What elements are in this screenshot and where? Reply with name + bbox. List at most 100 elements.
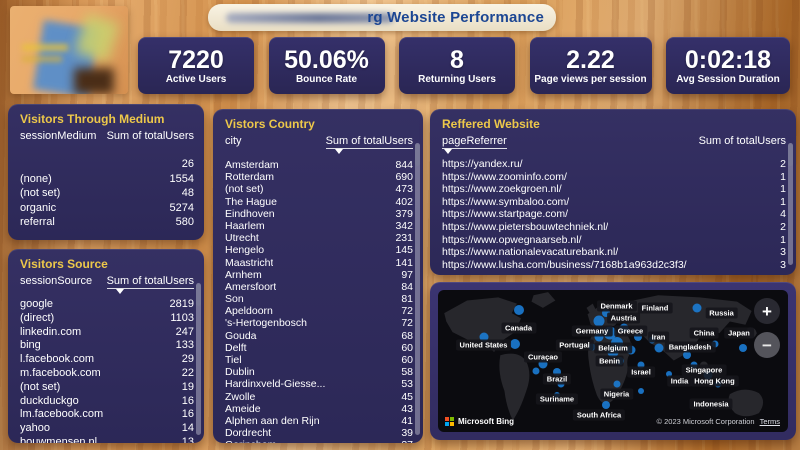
table-row[interactable]: (none)1554 [20, 172, 194, 187]
table-header: city Sum of totalUsers [225, 135, 413, 156]
row-label: Hengelo [225, 244, 264, 256]
scrollbar[interactable] [788, 143, 793, 265]
table-row[interactable]: Maastricht141 [225, 257, 413, 269]
map-bubble[interactable] [533, 367, 540, 374]
visitors-country-card[interactable]: Vistors Country city Sum of totalUsers A… [213, 109, 423, 443]
table-row[interactable]: Amsterdam844 [225, 159, 413, 171]
table-row[interactable]: Utrecht231 [225, 232, 413, 244]
table-row[interactable]: referral580 [20, 215, 194, 230]
table-row[interactable]: https://www.nationalevacaturebank.nl/3 [442, 246, 786, 259]
bing-map[interactable]: CanadaUnited StatesCuraçaoBrazilSuriname… [438, 290, 788, 432]
table-row[interactable]: https://www.startpage.com/4 [442, 208, 786, 221]
table-row[interactable]: (direct)1103 [20, 312, 194, 326]
table-row[interactable]: https://www.opwegnaarseb.nl/1 [442, 234, 786, 247]
table-row[interactable]: (not set)48 [20, 186, 194, 201]
table-row[interactable]: Delft60 [225, 342, 413, 354]
scrollbar[interactable] [415, 143, 420, 435]
table-row[interactable]: (not set)473 [225, 183, 413, 195]
table-row[interactable]: Ameide43 [225, 403, 413, 415]
table-row[interactable]: Dublin58 [225, 366, 413, 378]
row-label: (not set) [225, 183, 264, 195]
table-row[interactable]: Hardinxveld-Giesse...53 [225, 378, 413, 390]
table-row[interactable]: Amersfoort84 [225, 281, 413, 293]
row-label: Arnhem [225, 269, 262, 281]
visitors-map-card[interactable]: CanadaUnited StatesCuraçaoBrazilSuriname… [430, 282, 796, 440]
table-row[interactable]: linkedin.com247 [20, 326, 194, 340]
kpi-card[interactable]: 0:02:18Avg Session Duration [666, 37, 790, 94]
table-row[interactable]: Son81 [225, 293, 413, 305]
terms-link[interactable]: Terms [760, 417, 780, 426]
sort-descending-icon[interactable] [444, 149, 452, 154]
table-row[interactable]: m.facebook.com22 [20, 367, 194, 381]
table-row[interactable]: https://www.lusha.com/business/7168b1a96… [442, 259, 786, 272]
card-title: Reffered Website [442, 117, 786, 131]
column-header[interactable]: Sum of totalUsers [107, 130, 194, 142]
kpi-card[interactable]: 2.22Page views per session [530, 37, 652, 94]
map-bubble[interactable] [683, 351, 691, 359]
map-bubble[interactable] [693, 304, 702, 313]
visitors-through-medium-card[interactable]: Visitors Through Medium sessionMedium Su… [8, 104, 204, 240]
map-bubble[interactable] [654, 344, 663, 353]
map-bubble[interactable] [602, 401, 610, 409]
table-row[interactable]: Gouda68 [225, 330, 413, 342]
referred-website-card[interactable]: Reffered Website pageReferrer Sum of tot… [430, 109, 796, 275]
kpi-card[interactable]: 50.06%Bounce Rate [269, 37, 385, 94]
table-row[interactable]: Haarlem342 [225, 220, 413, 232]
table-row[interactable]: duckduckgo16 [20, 395, 194, 409]
column-header-sorted[interactable]: Sum of totalUsers [326, 135, 413, 149]
table-row[interactable]: Tiel60 [225, 354, 413, 366]
row-value: 72 [395, 305, 413, 317]
map-zoom-in-button[interactable]: + [754, 298, 780, 324]
table-row[interactable]: bing133 [20, 339, 194, 353]
table-row[interactable]: Arnhem97 [225, 269, 413, 281]
scrollbar[interactable] [196, 283, 201, 435]
table-row[interactable]: lm.facebook.com16 [20, 408, 194, 422]
table-row[interactable]: Eindhoven379 [225, 208, 413, 220]
table-row[interactable]: https://www.zoominfo.com/1 [442, 171, 786, 184]
table-row[interactable]: l.facebook.com29 [20, 353, 194, 367]
table-row[interactable]: google2819 [20, 298, 194, 312]
column-header[interactable]: city [225, 135, 242, 149]
table-row[interactable]: https://yandex.ru/2 [442, 158, 786, 171]
table-row[interactable]: https://www.symbaloo.com/1 [442, 196, 786, 209]
table-row[interactable]: Gorinchem37 [225, 439, 413, 443]
title-banner: rg Website Performance [208, 4, 556, 31]
table-row[interactable]: organic5274 [20, 201, 194, 216]
table-row[interactable]: (not set)19 [20, 381, 194, 395]
table-header: sessionMedium Sum of totalUsers [20, 130, 194, 149]
table-row[interactable]: Rotterdam690 [225, 171, 413, 183]
table-row[interactable]: Hengelo145 [225, 244, 413, 256]
scrollbar-thumb[interactable] [196, 284, 201, 306]
map-bubble[interactable] [510, 339, 520, 349]
table-row[interactable]: yahoo14 [20, 422, 194, 436]
column-header[interactable]: Sum of totalUsers [699, 135, 786, 149]
map-country-label: Finland [638, 303, 673, 314]
column-header-sorted[interactable]: Sum of totalUsers [107, 275, 194, 289]
visitors-source-card[interactable]: Visitors Source sessionSource Sum of tot… [8, 249, 204, 443]
table-row[interactable]: https://www.pietersbouwtechniek.nl/2 [442, 221, 786, 234]
table-row[interactable]: Dordrecht39 [225, 427, 413, 439]
column-header[interactable]: sessionSource [20, 275, 92, 289]
map-zoom-out-button[interactable]: − [754, 332, 780, 358]
table-row[interactable]: 's-Hertogenbosch72 [225, 317, 413, 329]
table-row[interactable]: The Hague402 [225, 196, 413, 208]
scrollbar-thumb[interactable] [415, 144, 420, 166]
map-bubble[interactable] [638, 388, 644, 394]
table-row[interactable]: Apeldoorn72 [225, 305, 413, 317]
sort-descending-icon[interactable] [335, 149, 343, 154]
column-header-sorted[interactable]: pageReferrer [442, 135, 507, 149]
map-bubble[interactable] [739, 344, 747, 352]
sort-descending-icon[interactable] [116, 289, 124, 294]
scrollbar-thumb[interactable] [788, 144, 793, 166]
table-row[interactable]: Zwolle45 [225, 391, 413, 403]
table-row[interactable]: bouwmensen.nl13 [20, 436, 194, 443]
column-header[interactable]: sessionMedium [20, 130, 96, 142]
kpi-card[interactable]: 8Returning Users [399, 37, 515, 94]
map-bubble[interactable] [514, 305, 524, 315]
table-row[interactable]: Alphen aan den Rijn41 [225, 415, 413, 427]
kpi-card[interactable]: 7220Active Users [138, 37, 254, 94]
map-bubble[interactable] [613, 380, 620, 387]
table-row[interactable]: https://www.zoekgroen.nl/1 [442, 183, 786, 196]
table-row[interactable]: 26 [20, 157, 194, 172]
table-body: 26(none)1554(not set)48organic5274referr… [20, 157, 194, 230]
